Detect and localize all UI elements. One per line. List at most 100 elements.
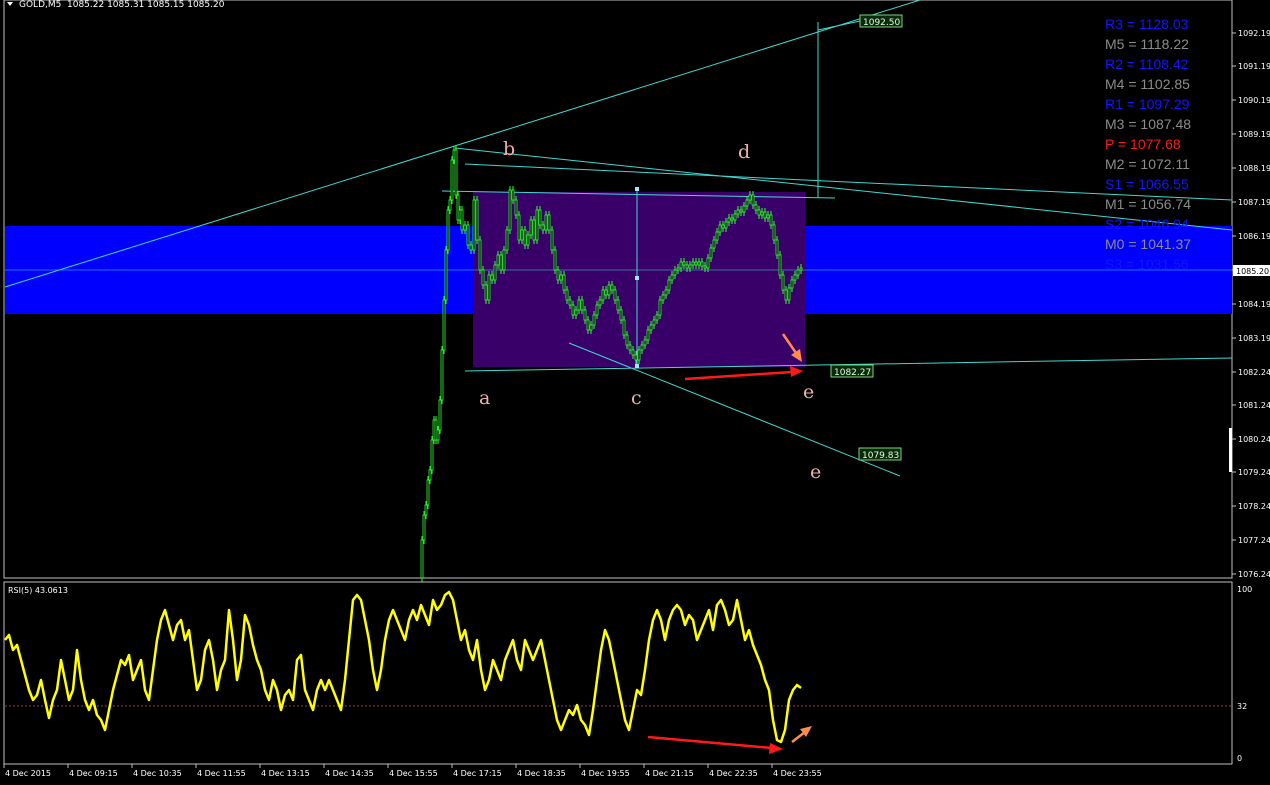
box-handle-top[interactable] [635, 187, 639, 191]
price-scrollbar[interactable] [1229, 428, 1232, 472]
candle-body [520, 229, 524, 241]
collapse-triangle-icon[interactable] [7, 2, 13, 6]
box-handle-bot[interactable] [635, 364, 639, 368]
candle-body [670, 274, 674, 281]
target-connector [817, 20, 861, 31]
candle-body [760, 211, 764, 216]
candle-body [535, 209, 539, 241]
candle-body [646, 329, 650, 341]
price-label-2[interactable]: 1082.27 [830, 364, 874, 378]
candle-body [706, 257, 710, 269]
price-tick-label: 1083.19 [1238, 334, 1270, 343]
pivot-m2: M2 = 1072.11 [1105, 156, 1190, 172]
candle-body [766, 214, 770, 219]
arrow-orange-rsi[interactable] [791, 726, 812, 743]
wave-label-a: a [479, 387, 490, 409]
candle-body [658, 299, 662, 316]
candle-body [616, 299, 620, 311]
candle-body [742, 205, 746, 213]
price-tick-label: 1090.19 [1238, 96, 1270, 105]
candle-body [643, 339, 647, 346]
price-tick-label: 1081.24 [1238, 401, 1270, 410]
box-handle-mid[interactable] [635, 276, 639, 280]
wave-label-d: d [738, 141, 750, 163]
candle-body [562, 274, 566, 291]
candle-body [757, 209, 761, 216]
time-tick-label: 4 Dec 17:15 [453, 769, 502, 778]
time-tick-label: 4 Dec 18:35 [517, 769, 566, 778]
candle-body [787, 287, 791, 301]
candle-body [772, 224, 776, 241]
candle-body [505, 229, 509, 251]
candle-body [724, 221, 728, 229]
candle-body [514, 199, 518, 216]
candle-body [484, 284, 488, 301]
time-tick-label: 4 Dec 11:55 [197, 769, 246, 778]
candle-body [544, 214, 548, 231]
price-tick-label: 1082.24 [1238, 368, 1270, 377]
price-tick-label: 1092.19 [1238, 29, 1270, 38]
candle-body [454, 149, 458, 196]
candle-body [442, 299, 446, 351]
candle-body [712, 239, 716, 249]
candle-body [676, 267, 680, 271]
current-price-tag: 1085.20 [1233, 265, 1270, 276]
time-tick-label: 4 Dec 23:55 [773, 769, 822, 778]
candle-body [790, 279, 794, 289]
rsi-tick-0: 0 [1237, 754, 1242, 763]
candle-body [550, 229, 554, 251]
candle-body [619, 309, 623, 321]
candle-body [436, 429, 440, 441]
candle-body [420, 539, 424, 579]
candle-body [703, 265, 707, 269]
price-tick-label: 1091.19 [1238, 62, 1270, 71]
pivot-m0: M0 = 1041.37 [1105, 236, 1191, 252]
pivot-s1: S1 = 1066.55 [1105, 176, 1189, 192]
candle-body [559, 274, 563, 281]
candle-body [426, 479, 430, 506]
candle-body [655, 314, 659, 321]
price-axis: 1092.19 1091.19 1090.19 1089.19 1088.19 1087.… [1232, 29, 1270, 579]
rsi-tick-32: 32 [1237, 702, 1247, 711]
candle-body [469, 244, 473, 251]
candle-body [577, 299, 581, 311]
time-tick-label: 4 Dec 22:35 [709, 769, 758, 778]
wave-label-e: e [803, 381, 814, 403]
price-tick-label: 1086.19 [1238, 232, 1270, 241]
candle-body [490, 274, 494, 281]
candle-body [640, 344, 644, 351]
candle-body [679, 261, 683, 269]
candle-body [541, 224, 545, 231]
candle-body [595, 304, 599, 316]
candle-body [481, 269, 485, 286]
candle-body [751, 194, 755, 206]
candle-body [769, 214, 773, 226]
candle-body [478, 239, 482, 271]
price-tick-label: 1080.24 [1238, 435, 1270, 444]
candle-body [613, 289, 617, 301]
ohlc-values: 1085.22 1085.31 1085.15 1085.20 [67, 0, 225, 10]
candle-body [472, 199, 476, 251]
time-tick-label: 4 Dec 15:55 [389, 769, 438, 778]
candle-body [718, 224, 722, 233]
arrow-red-rsi[interactable] [647, 735, 783, 754]
price-tick-label: 1077.24 [1238, 536, 1270, 545]
candle-body [685, 264, 689, 269]
price-label-3[interactable]: 1079.83 [858, 447, 902, 461]
candle-body [523, 229, 527, 246]
candle-body [574, 309, 578, 316]
arrow-red-main[interactable] [684, 366, 803, 381]
trading-chart[interactable]: GOLD,M5 1085.22 1085.31 1085.15 1085.20 … [0, 0, 1270, 785]
svg-text:1085.20: 1085.20 [1236, 267, 1269, 276]
candle-body [763, 211, 767, 219]
candle-body [475, 199, 479, 241]
candle-body [466, 224, 470, 246]
candle-body [580, 299, 584, 311]
pivot-m5: M5 = 1118.22 [1105, 36, 1189, 52]
pivot-r3: R3 = 1128.03 [1105, 16, 1189, 32]
price-label-1[interactable]: 1092.50 [859, 14, 903, 28]
rsi-frame [3, 581, 1233, 765]
rsi-tick-100: 100 [1237, 585, 1252, 594]
pivot-m3: M3 = 1087.48 [1105, 116, 1191, 132]
candle-body [526, 234, 530, 246]
